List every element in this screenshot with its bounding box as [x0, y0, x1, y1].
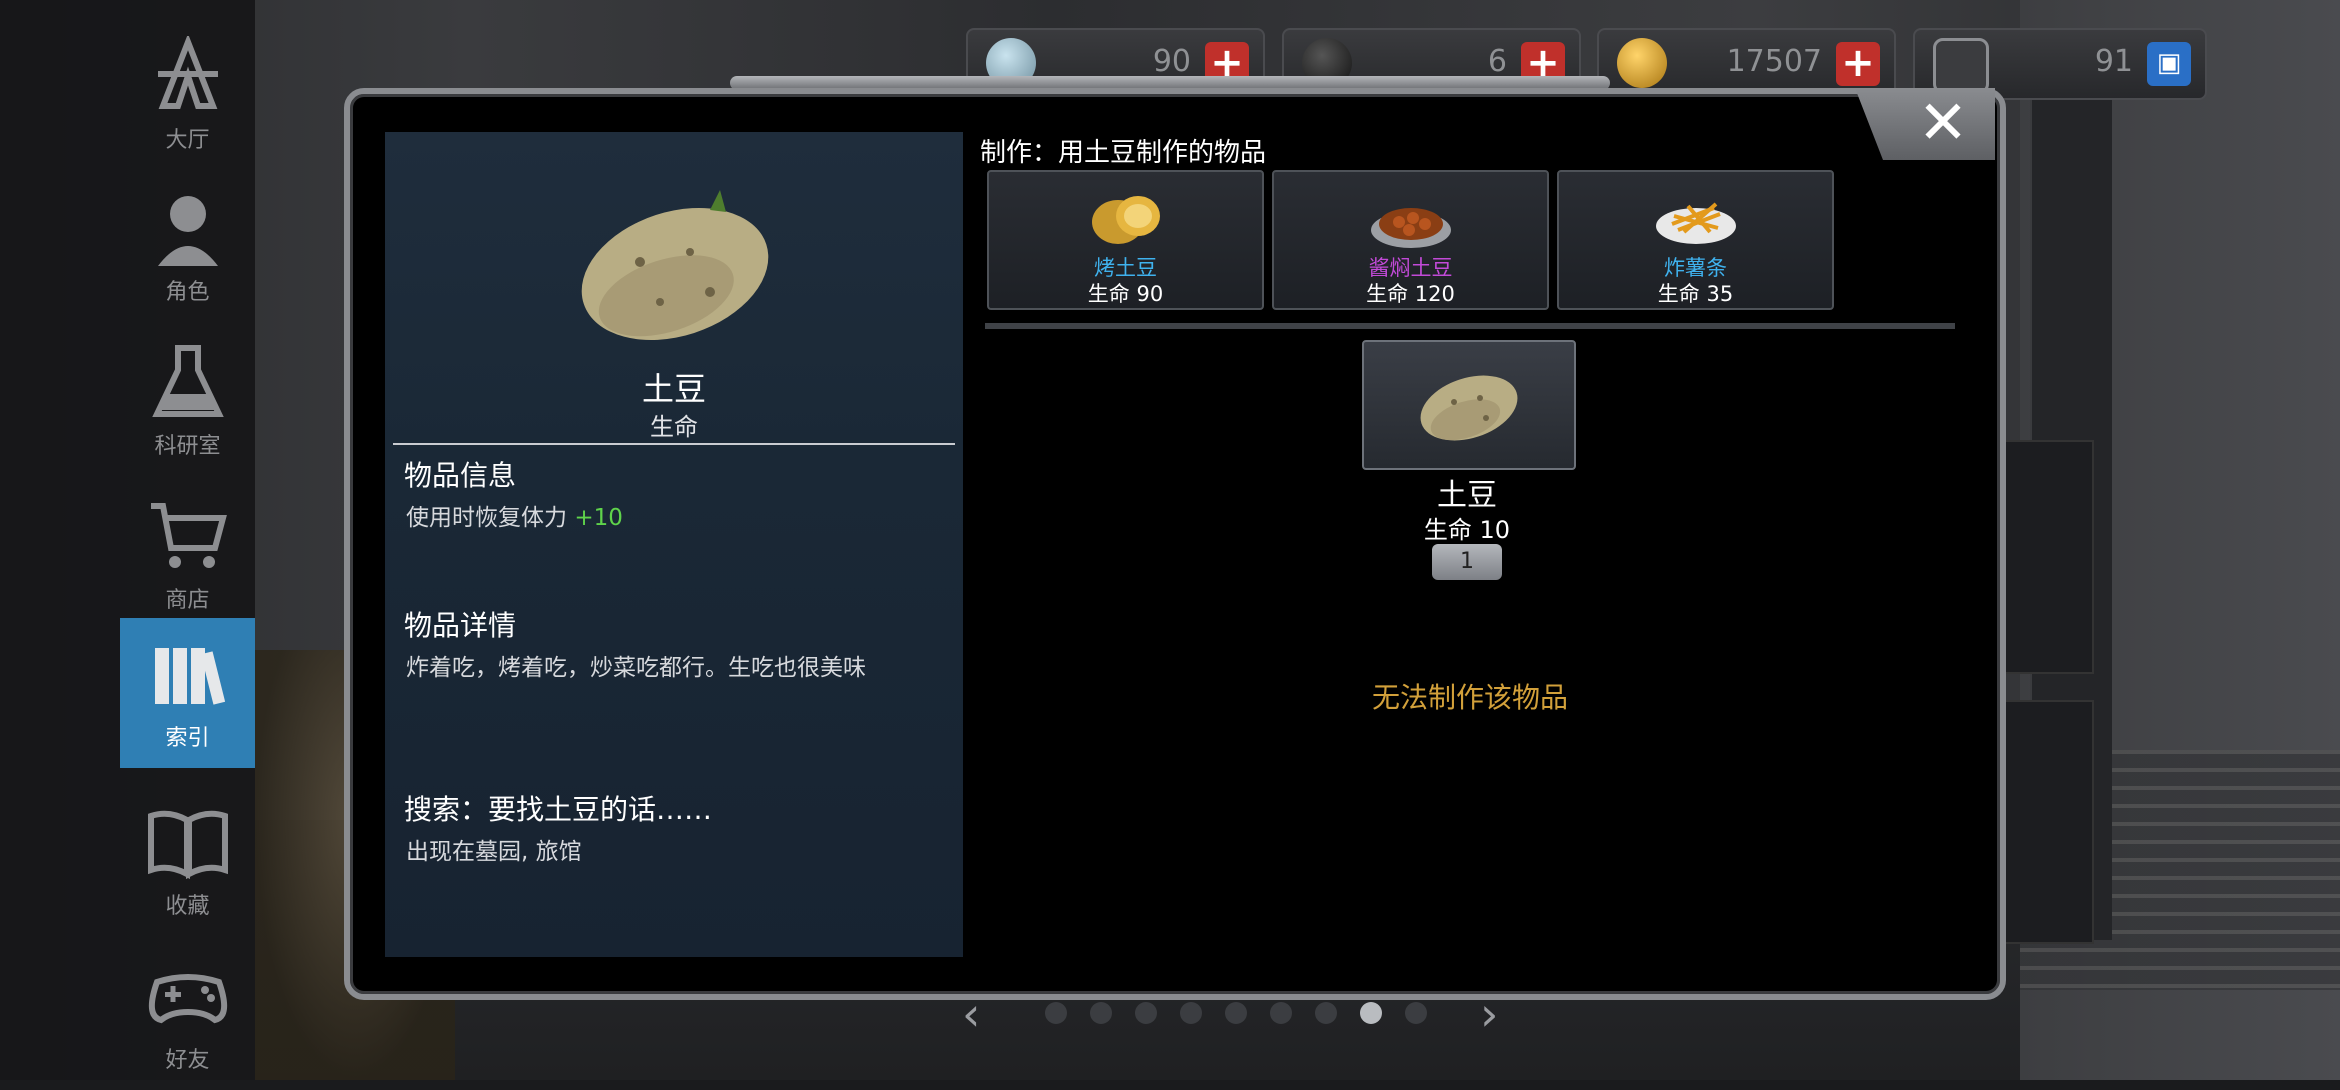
books-icon [154, 648, 225, 705]
sidebar-item-character[interactable]: 角色 [120, 172, 255, 322]
sidebar-item-label: 科研室 [154, 434, 221, 459]
item-category: 生命 [650, 413, 698, 441]
sidebar-item-friends[interactable]: 好友 [120, 940, 255, 1090]
fries-image [1656, 202, 1736, 244]
next-page-button[interactable]: › [1480, 990, 1498, 1038]
gamepad-icon [148, 974, 227, 1024]
craft-result-card[interactable]: 酱焖土豆 生命 120 [1272, 170, 1549, 310]
prev-page-button[interactable]: ‹ [962, 990, 980, 1038]
currency-value: 17507 [1726, 44, 1822, 79]
sidebar-item-label: 商店 [165, 588, 210, 613]
sidebar-item-lab[interactable]: 科研室 [120, 326, 255, 476]
sidebar-item-label: 收藏 [165, 894, 210, 919]
craft-result-value: 生命 90 [1087, 282, 1164, 306]
page-dot[interactable] [1225, 1002, 1247, 1024]
search-text: 出现在墓园, 旅馆 [406, 839, 582, 865]
search-title: 搜索：要找土豆的话…… [404, 793, 713, 826]
lobby-icon [157, 36, 218, 109]
potato-image [581, 190, 769, 341]
page-dot[interactable] [1405, 1002, 1427, 1024]
open-book-icon [147, 810, 228, 880]
info-title: 物品信息 [404, 459, 517, 492]
ingredient-value: 生命 10 [1423, 516, 1511, 544]
craft-result-card[interactable]: 炸薯条 生命 35 [1557, 170, 1834, 310]
info-text: 使用时恢复体力 [406, 505, 567, 531]
item-info-panel: 土豆 生命 物品信息 使用时恢复体力 +10 物品详情 炸着吃，烤着吃，炒菜吃都… [385, 132, 963, 957]
page-dot[interactable] [1135, 1002, 1157, 1024]
page-dot[interactable] [1045, 1002, 1067, 1024]
gold-coin-icon [1617, 38, 1667, 88]
ingredient-name: 土豆 [1437, 478, 1497, 513]
section-divider [985, 323, 1955, 329]
sidebar-item-label: 索引 [165, 726, 210, 751]
detail-text: 炸着吃，烤着吃，炒菜吃都行。生吃也很美味 [406, 655, 866, 681]
page-dot[interactable] [1315, 1002, 1337, 1024]
add-bp-button[interactable]: ▣ [2147, 42, 2191, 86]
crafting-heading: 制作：用土豆制作的物品 [980, 138, 1267, 168]
sidebar-item-shop[interactable]: 商店 [120, 480, 255, 630]
bp-icon [1933, 38, 1989, 94]
sidebar: 大厅 角色 科研室 商店 索引 收藏 好友 [0, 0, 255, 1080]
cart-icon [150, 503, 227, 568]
baked-potato-image [1092, 196, 1160, 244]
currency-value: 6 [1487, 44, 1507, 79]
info-text-row: 使用时恢复体力 +10 [406, 498, 623, 532]
craft-status: 无法制作该物品 [1371, 681, 1568, 714]
sidebar-item-collection[interactable]: 收藏 [120, 786, 255, 936]
divider [393, 443, 955, 445]
page-dot[interactable] [1360, 1002, 1382, 1024]
potato-image [1420, 375, 1518, 441]
page-dot[interactable] [1090, 1002, 1112, 1024]
sidebar-item-label: 大厅 [165, 128, 210, 153]
info-bonus: +10 [574, 505, 623, 531]
item-name: 土豆 [641, 370, 706, 408]
braised-potato-image [1371, 208, 1451, 248]
add-gold-button[interactable]: + [1836, 42, 1880, 86]
detail-title: 物品详情 [404, 609, 517, 642]
background-panel [2000, 440, 2094, 674]
flask-icon [151, 345, 224, 417]
close-button[interactable]: ✕ [1912, 92, 1974, 154]
craft-result-card[interactable]: 烤土豆 生命 90 [987, 170, 1264, 310]
sidebar-item-label: 好友 [165, 1048, 210, 1073]
currency-value: 91 [2094, 44, 2133, 79]
sidebar-item-lobby[interactable]: 大厅 [120, 20, 255, 170]
background-panel [2000, 700, 2094, 944]
craft-result-value: 生命 120 [1366, 282, 1455, 306]
page-dot[interactable] [1270, 1002, 1292, 1024]
craft-result-value: 生命 35 [1657, 282, 1734, 306]
ingredient-card[interactable] [1362, 340, 1576, 470]
character-icon [157, 196, 218, 266]
sidebar-item-index[interactable]: 索引 [120, 618, 255, 768]
page-dot[interactable] [1180, 1002, 1202, 1024]
ingredient-count-badge: 1 [1432, 544, 1502, 580]
sidebar-item-label: 角色 [165, 280, 210, 305]
currency-value: 90 [1152, 44, 1191, 79]
